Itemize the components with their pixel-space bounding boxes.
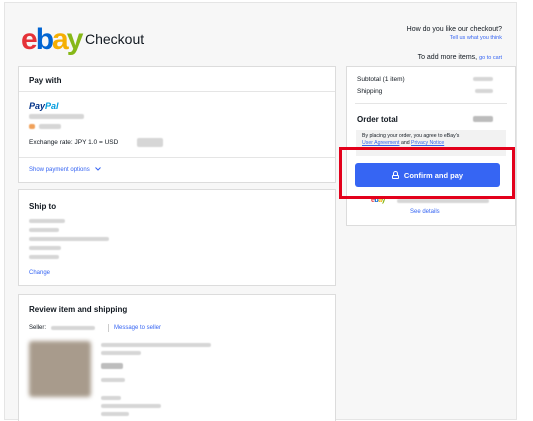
card-divider: [19, 91, 335, 92]
see-details-link[interactable]: See details: [410, 209, 440, 215]
ship-to-card: Ship to Change: [18, 189, 336, 286]
blurred-item-price: [101, 363, 123, 369]
pay-with-card: Pay with PayPal Exchange rate: JPY 1.0 =…: [18, 66, 336, 183]
privacy-notice-link[interactable]: Privacy Notice: [411, 140, 444, 146]
blurred-account-detail: [39, 124, 61, 129]
message-to-seller-link[interactable]: Message to seller: [114, 325, 161, 331]
logo-letter-a: a: [52, 23, 69, 56]
card-divider: [19, 157, 335, 158]
checkout-page: ebay Checkout How do you like our checko…: [4, 2, 517, 421]
summary-divider: [355, 103, 507, 104]
pay-with-title: Pay with: [29, 76, 62, 85]
review-item-card: Review item and shipping Seller: Message…: [18, 294, 336, 421]
show-payment-options-link[interactable]: Show payment options: [29, 167, 102, 173]
shipping-label: Shipping: [357, 88, 383, 95]
blurred-delivery-label: [101, 396, 121, 400]
item-thumbnail[interactable]: [29, 341, 91, 397]
ship-to-title: Ship to: [29, 202, 57, 211]
chevron-down-icon: [95, 167, 102, 173]
blurred-address-line: [29, 237, 109, 241]
blurred-guarantee-text: [397, 199, 489, 203]
highlight-box: [339, 147, 515, 199]
blurred-address-line: [29, 246, 61, 250]
feedback-block: How do you like our checkout? Tell us wh…: [407, 26, 502, 41]
notice-text: By placing your order, you agree to eBay…: [362, 133, 460, 139]
subtotal-label: Subtotal (1 item): [357, 76, 405, 83]
user-agreement-link[interactable]: User Agreement: [362, 140, 399, 146]
ebay-logo[interactable]: ebay: [21, 23, 84, 56]
paypal-pal: Pal: [45, 101, 59, 111]
blurred-exchange-value: [137, 138, 163, 147]
exchange-rate: Exchange rate: JPY 1.0 = USD: [29, 139, 119, 146]
blurred-subtotal-value: [473, 77, 493, 81]
blurred-order-total-value: [473, 116, 493, 122]
blurred-shipping-value: [475, 89, 493, 93]
card-mini-icon: [29, 124, 35, 129]
blurred-item-title: [101, 351, 141, 355]
blurred-delivery-cost: [101, 412, 129, 416]
change-address-link[interactable]: Change: [29, 270, 50, 276]
show-payment-options-label: Show payment options: [29, 167, 90, 173]
feedback-question: How do you like our checkout?: [406, 26, 502, 33]
blurred-address-line: [29, 219, 65, 223]
logo-letter-y: y: [66, 23, 84, 56]
blurred-item-title: [101, 343, 211, 347]
page-title: Checkout: [85, 31, 145, 47]
blurred-account-email: [29, 114, 84, 119]
order-summary-card: Subtotal (1 item) Shipping Order total B…: [346, 66, 516, 226]
logo-letter-e: e: [21, 23, 38, 56]
seller-label: Seller:: [29, 325, 47, 331]
page-header: ebay Checkout How do you like our checko…: [5, 3, 516, 63]
paypal-logo: PayPal: [29, 101, 59, 111]
blurred-quantity: [101, 378, 125, 382]
notice-and: and: [400, 140, 410, 146]
order-total-label: Order total: [357, 115, 398, 124]
feedback-link[interactable]: Tell us what you think: [407, 35, 502, 41]
paypal-pay: Pay: [29, 101, 46, 111]
blurred-delivery-date: [101, 404, 161, 408]
go-to-cart-link[interactable]: go to cart: [479, 55, 502, 61]
seller-separator: [108, 324, 109, 332]
add-more-text: To add more items,: [417, 54, 478, 61]
blurred-seller-name: [51, 326, 95, 330]
blurred-address-line: [29, 255, 59, 259]
logo-letter-b: b: [35, 23, 54, 56]
add-more-items: To add more items, go to cart: [418, 54, 502, 61]
blurred-address-line: [29, 228, 59, 232]
review-title: Review item and shipping: [29, 305, 128, 314]
